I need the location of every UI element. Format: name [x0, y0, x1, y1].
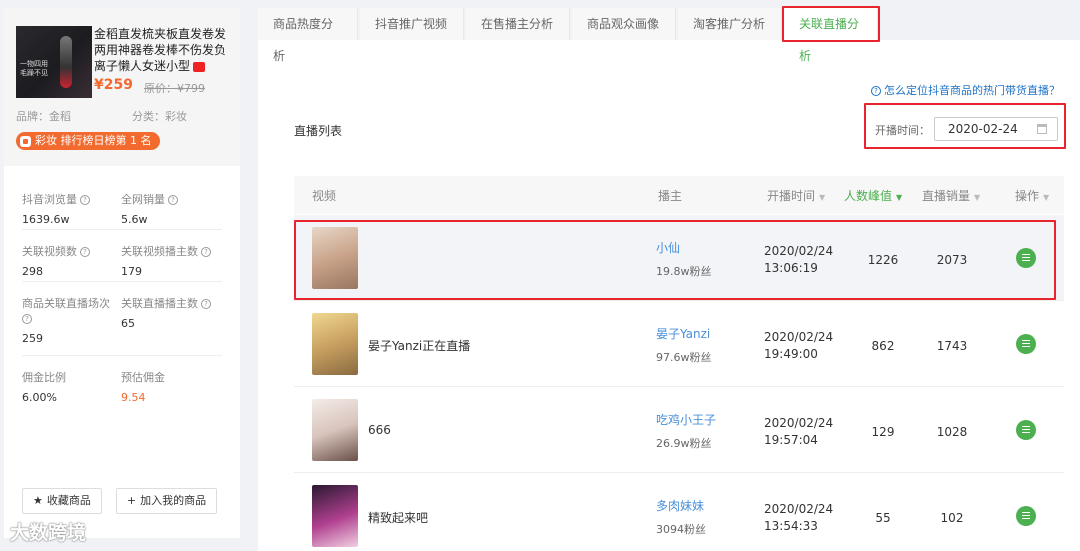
favorite-product-button[interactable]: ★ 收藏商品	[22, 488, 102, 514]
detail-icon[interactable]	[1016, 334, 1036, 354]
stat-label: 关联视频数?	[22, 244, 122, 259]
col-sales[interactable]: 直播销量 ▼	[922, 187, 980, 204]
sort-icon: ▼	[974, 193, 981, 202]
stat-label: 全网销量?	[121, 192, 221, 207]
detail-icon[interactable]	[1016, 506, 1036, 526]
anchor-name[interactable]: 吃鸡小王子	[656, 411, 716, 428]
live-sales: 1743	[936, 339, 968, 353]
product-title[interactable]: 金稻直发梳夹板直发卷发两用神器卷发棒不伤发负离子懒人女迷小型	[94, 26, 230, 74]
sort-icon: ▼	[1043, 193, 1050, 202]
help-icon[interactable]: ?	[168, 195, 178, 205]
anchor-fans: 3094粉丝	[656, 523, 706, 536]
watermark: 大数跨境	[10, 522, 87, 544]
stat-label: 商品关联直播场次?	[22, 297, 110, 324]
start-time: 2020/02/24 19:49:00	[764, 330, 834, 361]
stat-value: 9.54	[121, 391, 146, 404]
rank-badge[interactable]: 彩妆 排行榜日榜第 1 名	[16, 132, 160, 150]
star-icon: ★	[33, 494, 43, 507]
stat-value: 65	[121, 317, 135, 330]
product-original-price: 原价：¥799	[144, 82, 205, 95]
help-icon[interactable]: ?	[80, 247, 90, 257]
table-row[interactable]: 晏子Yanzi正在直播 晏子Yanzi 97.6w粉丝 2020/02/24 19…	[294, 301, 1064, 387]
help-icon[interactable]: ?	[201, 247, 211, 257]
add-product-button[interactable]: + 加入我的商品	[115, 488, 218, 514]
list-title: 直播列表	[294, 124, 343, 138]
stats-panel: 抖音浏览量? 1639.6w 全网销量? 5.6w 关联视频数? 298 关联视频播主…	[4, 178, 240, 408]
peak-viewers: 129	[871, 425, 895, 439]
col-peak[interactable]: 人数峰值 ▼	[844, 187, 902, 204]
stat-value: 259	[22, 332, 43, 345]
product-brand: 品牌：金稻	[16, 110, 71, 123]
main-panel: 商品热度分析 抖音推广视频 在售播主分析 商品观众画像 淘客推广分析 关联直播分…	[258, 0, 1080, 551]
product-category: 分类：彩妆	[132, 110, 187, 123]
question-icon: ?	[871, 86, 881, 96]
stat-label: 关联视频播主数?	[121, 244, 221, 259]
help-link[interactable]: ? 怎么定位抖音商品的热门带货直播？	[871, 82, 1060, 98]
col-video: 视频	[312, 189, 337, 203]
stat-label: 抖音浏览量?	[22, 192, 122, 207]
video-title[interactable]: 666	[368, 423, 391, 437]
highlight-frame	[294, 220, 1056, 300]
product-card: 一物四用 毛躁不见 金稻直发梳夹板直发卷发两用神器卷发棒不伤发负离子懒人女迷小型…	[4, 8, 240, 166]
stat-value: 298	[22, 265, 43, 278]
table-row[interactable]: 666 吃鸡小王子 26.9w粉丝 2020/02/24 19:57:04 129…	[294, 387, 1064, 473]
video-thumbnail[interactable]	[312, 485, 358, 547]
col-action[interactable]: 操作 ▼	[1015, 187, 1049, 204]
help-icon[interactable]: ?	[80, 195, 90, 205]
help-icon[interactable]: ?	[22, 314, 32, 324]
stat-value: 6.00%	[22, 391, 57, 404]
col-anchor: 播主	[658, 189, 683, 203]
anchor-fans: 97.6w粉丝	[656, 351, 712, 364]
sort-icon: ▼	[896, 193, 903, 202]
table-row[interactable]: 精致起来吧 多肉妹妹 3094粉丝 2020/02/24 13:54:33 55 …	[294, 473, 1064, 551]
video-thumbnail[interactable]	[312, 313, 358, 375]
sort-icon: ▼	[819, 193, 826, 202]
table-header: 视频 播主 开播时间 ▼ 人数峰值 ▼ 直播销量 ▼ 操作 ▼	[294, 176, 1064, 214]
start-time: 2020/02/24 19:57:04	[764, 416, 834, 447]
tab-bar: 商品热度分析 抖音推广视频 在售播主分析 商品观众画像 淘客推广分析 关联直播分…	[258, 0, 1080, 63]
help-icon[interactable]: ?	[201, 299, 211, 309]
stat-label: 预估佣金	[121, 371, 165, 384]
video-title[interactable]: 精致起来吧	[368, 509, 428, 526]
anchor-name[interactable]: 多肉妹妹	[656, 497, 704, 514]
tab-audience[interactable]: 商品观众画像	[572, 8, 676, 40]
tab-sellers[interactable]: 在售播主分析	[466, 8, 570, 40]
stat-value: 1639.6w	[22, 213, 70, 226]
stat-value: 179	[121, 265, 142, 278]
live-sales: 102	[940, 511, 964, 525]
product-image[interactable]: 一物四用 毛躁不见	[16, 26, 92, 98]
product-panel: 一物四用 毛躁不见 金稻直发梳夹板直发卷发两用神器卷发棒不伤发负离子懒人女迷小型…	[4, 8, 240, 538]
tmall-badge-icon	[193, 61, 206, 72]
video-title[interactable]: 晏子Yanzi正在直播	[368, 337, 470, 354]
highlight-frame	[864, 103, 1066, 149]
detail-icon[interactable]	[1016, 420, 1036, 440]
live-sales: 1028	[936, 425, 968, 439]
video-thumbnail[interactable]	[312, 399, 358, 461]
col-start-time[interactable]: 开播时间 ▼	[767, 187, 825, 204]
stat-value: 5.6w	[121, 213, 148, 226]
product-price: ¥259	[94, 77, 133, 93]
plus-icon: +	[126, 494, 137, 507]
peak-viewers: 862	[871, 339, 895, 353]
product-image-caption: 一物四用 毛躁不见	[20, 60, 48, 77]
stat-label: 关联直播播主数?	[121, 296, 221, 311]
start-time: 2020/02/24 13:54:33	[764, 502, 834, 533]
shopping-bag-icon	[20, 135, 31, 147]
anchor-name[interactable]: 晏子Yanzi	[656, 325, 710, 342]
tab-douyin-videos[interactable]: 抖音推广视频	[360, 8, 464, 40]
anchor-fans: 26.9w粉丝	[656, 437, 712, 450]
tab-taoke[interactable]: 淘客推广分析	[678, 8, 782, 40]
highlight-frame	[782, 6, 880, 42]
tab-product-heat[interactable]: 商品热度分析	[258, 8, 358, 63]
peak-viewers: 55	[875, 511, 891, 525]
stat-label: 佣金比例	[22, 371, 66, 384]
